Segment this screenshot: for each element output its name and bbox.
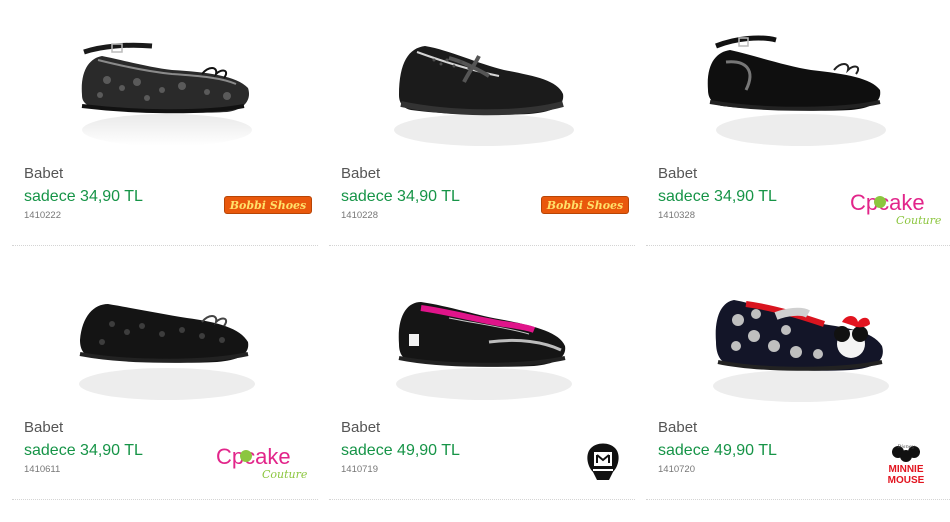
cupcake-couture-logo: Cpcake Couture	[216, 444, 308, 481]
svg-text:Couture: Couture	[262, 468, 308, 481]
product-code: 1410719	[341, 464, 378, 475]
divider	[646, 499, 950, 500]
product-name[interactable]: Babet	[658, 165, 697, 182]
cupcake-couture-logo: Cpcake Couture	[850, 190, 942, 227]
product-code: 1410222	[24, 210, 61, 221]
product-card[interactable]: Babet sadece 49,90 TL 1410719	[329, 254, 635, 500]
product-card[interactable]: Babet sadece 34,90 TL 1410611 Cpcake Cou…	[12, 254, 318, 500]
svg-text:Cpcake: Cpcake	[850, 190, 925, 215]
svg-text:Disney: Disney	[896, 444, 914, 450]
bobbi-shoes-logo: Bobbi Shoes	[224, 196, 312, 214]
product-image[interactable]	[646, 0, 950, 160]
product-image[interactable]	[12, 0, 318, 160]
brand-logo: Disney MINNIE MOUSE	[888, 444, 946, 499]
product-card[interactable]: Babet sadece 34,90 TL 1410328 Cpcake Cou…	[646, 0, 950, 246]
product-card[interactable]: Babet sadece 34,90 TL 1410228 Bobbi Shoe…	[329, 0, 635, 246]
bobbi-shoes-logo: Bobbi Shoes	[541, 196, 629, 214]
product-grid: Babet sadece 34,90 TL 1410222 Bobbi Shoe…	[0, 0, 950, 522]
product-name[interactable]: Babet	[24, 165, 63, 182]
monster-high-logo	[587, 443, 619, 480]
product-name[interactable]: Babet	[341, 165, 380, 182]
product-image[interactable]	[329, 0, 635, 160]
brand-logo: Bobbi Shoes	[224, 196, 312, 214]
product-price: sadece 34,90 TL	[658, 188, 777, 205]
svg-text:Cpcake: Cpcake	[216, 444, 291, 469]
product-name[interactable]: Babet	[341, 419, 380, 436]
divider	[329, 245, 635, 246]
product-card[interactable]: Babet sadece 49,90 TL 1410720 Disney MIN…	[646, 254, 950, 500]
product-price: sadece 49,90 TL	[341, 442, 460, 459]
product-price: sadece 34,90 TL	[24, 442, 143, 459]
product-image[interactable]	[646, 254, 950, 414]
product-price: sadece 49,90 TL	[658, 442, 777, 459]
svg-text:MOUSE: MOUSE	[888, 475, 925, 486]
brand-logo	[587, 443, 629, 495]
brand-logo: Bobbi Shoes	[541, 196, 629, 214]
divider	[329, 499, 635, 500]
product-name[interactable]: Babet	[658, 419, 697, 436]
product-code: 1410228	[341, 210, 378, 221]
svg-text:Couture: Couture	[896, 214, 942, 227]
divider	[12, 499, 318, 500]
product-code: 1410611	[24, 464, 61, 475]
product-image[interactable]	[329, 254, 635, 414]
product-name[interactable]: Babet	[24, 419, 63, 436]
brand-logo: Cpcake Couture	[216, 444, 312, 495]
product-code: 1410720	[658, 464, 695, 475]
divider	[12, 245, 318, 246]
product-image[interactable]	[12, 254, 318, 414]
product-price: sadece 34,90 TL	[341, 188, 460, 205]
product-card[interactable]: Babet sadece 34,90 TL 1410222 Bobbi Shoe…	[12, 0, 318, 246]
brand-logo: Cpcake Couture	[850, 190, 946, 241]
minnie-mouse-logo: Disney MINNIE MOUSE	[888, 444, 925, 486]
svg-text:MINNIE: MINNIE	[889, 464, 924, 475]
product-code: 1410328	[658, 210, 695, 221]
product-price: sadece 34,90 TL	[24, 188, 143, 205]
divider	[646, 245, 950, 246]
